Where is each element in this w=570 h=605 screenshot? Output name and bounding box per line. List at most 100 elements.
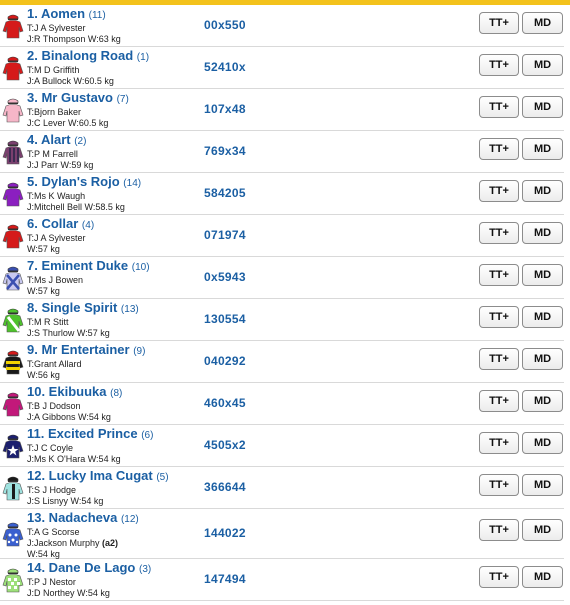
barrier-draw: (6) <box>141 430 154 441</box>
md-button[interactable]: MD <box>522 96 563 118</box>
barrier-draw: (14) <box>123 178 142 189</box>
jockey-silks-icon <box>2 265 24 291</box>
form-guide-link[interactable]: 584205 <box>204 186 246 200</box>
jockey-text: J:R Thompson W:63 kg <box>27 34 121 44</box>
form-guide-link[interactable]: 460x45 <box>204 396 246 410</box>
runner-name-link[interactable]: 2. Binalong Road <box>27 48 133 63</box>
tt-plus-button[interactable]: TT+ <box>479 54 519 76</box>
tt-plus-button[interactable]: TT+ <box>479 348 519 370</box>
runner-row: 6. Collar (4) T:J A Sylvester W:57 kg 07… <box>0 215 564 257</box>
barrier-draw: (2) <box>74 136 87 147</box>
jockey-text: J:Mitchell Bell W:58.5 kg <box>27 202 125 212</box>
runner-row: 10. Ekibuuka (8) T:B J Dodson J:A Gibbon… <box>0 383 564 425</box>
md-button[interactable]: MD <box>522 138 563 160</box>
barrier-draw: (5) <box>156 472 169 483</box>
md-button[interactable]: MD <box>522 54 563 76</box>
runner-info: 8. Single Spirit (13) T:M R Stitt J:S Th… <box>27 301 207 339</box>
jockey-text: W:57 kg <box>27 286 60 296</box>
tt-plus-button[interactable]: TT+ <box>479 474 519 496</box>
tt-plus-button[interactable]: TT+ <box>479 222 519 244</box>
jockey-silks-icon <box>2 433 24 459</box>
trainer-text: T:M R Stitt <box>27 317 69 327</box>
runner-info: 13. Nadacheva (12) T:A G Scorse J:Jackso… <box>27 511 207 560</box>
form-guide-link[interactable]: 071974 <box>204 228 246 242</box>
runner-name-link[interactable]: 3. Mr Gustavo <box>27 90 113 105</box>
runner-info: 5. Dylan's Rojo (14) T:Ms K Waugh J:Mitc… <box>27 175 207 213</box>
jockey-text: J:Jackson Murphy (a2) <box>27 538 119 548</box>
runner-row: 11. Excited Prince (6) T:J C Coyle J:Ms … <box>0 425 564 467</box>
runner-name-link[interactable]: 9. Mr Entertainer <box>27 342 130 357</box>
runner-row: 8. Single Spirit (13) T:M R Stitt J:S Th… <box>0 299 564 341</box>
runner-name-link[interactable]: 11. Excited Prince <box>27 426 138 441</box>
md-button[interactable]: MD <box>522 566 563 588</box>
barrier-draw: (13) <box>120 304 139 315</box>
md-button[interactable]: MD <box>522 474 563 496</box>
runner-row: 4. Alart (2) T:P M Farrell J:J Parr W:59… <box>0 131 564 173</box>
jockey-silks-icon <box>2 349 24 375</box>
form-guide-link[interactable]: 4505x2 <box>204 438 246 452</box>
tt-plus-button[interactable]: TT+ <box>479 306 519 328</box>
runner-name-link[interactable]: 1. Aomen <box>27 6 85 21</box>
runner-row: 3. Mr Gustavo (7) T:Bjorn Baker J:C Leve… <box>0 89 564 131</box>
runner-row: 1. Aomen (11) T:J A Sylvester J:R Thomps… <box>0 5 564 47</box>
form-guide-link[interactable]: 366644 <box>204 480 246 494</box>
barrier-draw: (12) <box>120 514 139 525</box>
runner-name-link[interactable]: 4. Alart <box>27 132 71 147</box>
runner-name-link[interactable]: 7. Eminent Duke <box>27 258 128 273</box>
jockey-text: J:A Bullock W:60.5 kg <box>27 76 114 86</box>
tt-plus-button[interactable]: TT+ <box>479 12 519 34</box>
md-button[interactable]: MD <box>522 390 563 412</box>
trainer-text: T:P M Farrell <box>27 149 78 159</box>
tt-plus-button[interactable]: TT+ <box>479 432 519 454</box>
jockey-text: J:D Northey W:54 kg <box>27 588 110 598</box>
form-guide-link[interactable]: 107x48 <box>204 102 246 116</box>
form-guide-link[interactable]: 00x550 <box>204 18 246 32</box>
form-guide-link[interactable]: 040292 <box>204 354 246 368</box>
form-guide-link[interactable]: 0x5943 <box>204 270 246 284</box>
md-button[interactable]: MD <box>522 180 563 202</box>
barrier-draw: (4) <box>81 220 95 231</box>
trainer-text: T:S J Hodge <box>27 485 77 495</box>
runner-name-link[interactable]: 5. Dylan's Rojo <box>27 174 120 189</box>
runner-row: 9. Mr Entertainer (9) T:Grant Allard W:5… <box>0 341 564 383</box>
form-guide-link[interactable]: 144022 <box>204 526 246 540</box>
md-button[interactable]: MD <box>522 264 563 286</box>
tt-plus-button[interactable]: TT+ <box>479 96 519 118</box>
runner-name-link[interactable]: 13. Nadacheva <box>27 510 117 525</box>
runner-name-link[interactable]: 12. Lucky Ima Cugat <box>27 468 153 483</box>
trainer-text: T:P J Nestor <box>27 577 76 587</box>
tt-plus-button[interactable]: TT+ <box>479 390 519 412</box>
md-button[interactable]: MD <box>522 12 563 34</box>
runner-name-link[interactable]: 6. Collar <box>27 216 78 231</box>
jockey-silks-icon <box>2 139 24 165</box>
md-button[interactable]: MD <box>522 306 563 328</box>
trainer-text: T:J C Coyle <box>27 443 74 453</box>
barrier-draw: (3) <box>139 564 152 575</box>
runner-name-link[interactable]: 10. Ekibuuka <box>27 384 106 399</box>
tt-plus-button[interactable]: TT+ <box>479 519 519 541</box>
jockey-silks-icon <box>2 307 24 333</box>
runner-name-link[interactable]: 8. Single Spirit <box>27 300 117 315</box>
tt-plus-button[interactable]: TT+ <box>479 264 519 286</box>
form-guide-link[interactable]: 52410x <box>204 60 246 74</box>
runner-info: 2. Binalong Road (1) T:M D Griffith J:A … <box>27 49 207 87</box>
form-guide-link[interactable]: 147494 <box>204 572 246 586</box>
trainer-text: T:A G Scorse <box>27 527 80 537</box>
runner-name-link[interactable]: 14. Dane De Lago <box>27 560 135 575</box>
form-guide-link[interactable]: 769x34 <box>204 144 246 158</box>
form-guide-link[interactable]: 130554 <box>204 312 246 326</box>
jockey-text: J:J Parr W:59 kg <box>27 160 94 170</box>
runner-list: 1. Aomen (11) T:J A Sylvester J:R Thomps… <box>0 5 570 601</box>
md-button[interactable]: MD <box>522 432 563 454</box>
jockey-silks-icon <box>2 181 24 207</box>
md-button[interactable]: MD <box>522 222 563 244</box>
jockey-silks-icon <box>2 475 24 501</box>
md-button[interactable]: MD <box>522 348 563 370</box>
tt-plus-button[interactable]: TT+ <box>479 566 519 588</box>
tt-plus-button[interactable]: TT+ <box>479 138 519 160</box>
md-button[interactable]: MD <box>522 519 563 541</box>
runner-info: 4. Alart (2) T:P M Farrell J:J Parr W:59… <box>27 133 207 171</box>
tt-plus-button[interactable]: TT+ <box>479 180 519 202</box>
trainer-text: T:Grant Allard <box>27 359 82 369</box>
jockey-silks-icon <box>2 97 24 123</box>
